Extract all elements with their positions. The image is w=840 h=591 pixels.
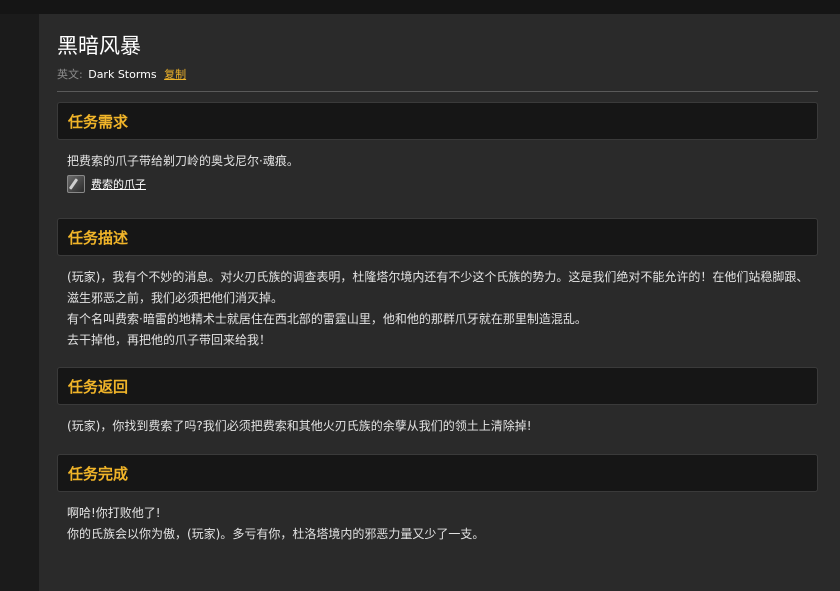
- page-title: 黑暗风暴: [57, 34, 141, 58]
- english-name-row: 英文: Dark Storms 复制: [57, 68, 818, 82]
- return-text: (玩家)，你找到费索了吗?我们必须把费索和其他火刃氏族的余孽从我们的领土上清除掉…: [67, 419, 532, 433]
- return-text-block: (玩家)，你找到费索了吗?我们必须把费索和其他火刃氏族的余孽从我们的领土上清除掉…: [57, 416, 818, 437]
- completion-text-block: 啊哈!你打败他了! 你的氏族会以你为傲，(玩家)。多亏有你，杜洛塔境内的邪恶力量…: [57, 503, 818, 545]
- section-header-description: 任务描述: [57, 218, 818, 256]
- copy-button[interactable]: 复制: [164, 68, 186, 81]
- section-header-requirements: 任务需求: [57, 102, 818, 140]
- english-name: Dark Storms: [88, 68, 157, 81]
- english-label: 英文:: [57, 68, 83, 81]
- title-divider: [57, 91, 818, 92]
- section-title-description: 任务描述: [68, 228, 129, 247]
- section-title-return: 任务返回: [68, 377, 129, 396]
- left-gutter: [0, 14, 39, 591]
- item-link[interactable]: 费索的爪子: [91, 176, 146, 192]
- description-text-block: (玩家)，我有个不妙的消息。对火刃氏族的调查表明，杜隆塔尔境内还有不少这个氏族的…: [57, 267, 818, 351]
- completion-paragraph-1: 啊哈!你打败他了!: [67, 506, 161, 520]
- completion-paragraph-2: 你的氏族会以你为傲，(玩家)。多亏有你，杜洛塔境内的邪恶力量又少了一支。: [67, 527, 485, 541]
- claw-icon[interactable]: [67, 175, 85, 193]
- section-header-return: 任务返回: [57, 367, 818, 405]
- description-paragraph-3: 去干掉他，再把他的爪子带回来给我！: [67, 333, 272, 347]
- description-paragraph-2: 有个名叫费索·暗雷的地精术士就居住在西北部的雷霆山里，他和他的那群爪牙就在那里制…: [67, 312, 587, 326]
- top-bar: [0, 0, 840, 14]
- section-title-completion: 任务完成: [68, 464, 129, 483]
- requirements-text-block: 把费索的爪子带给剃刀岭的奥戈尼尔·魂痕。: [57, 151, 818, 172]
- section-title-requirements: 任务需求: [68, 112, 129, 131]
- requirements-text: 把费索的爪子带给剃刀岭的奥戈尼尔·魂痕。: [67, 154, 299, 168]
- description-paragraph-1: (玩家)，我有个不妙的消息。对火刃氏族的调查表明，杜隆塔尔境内还有不少这个氏族的…: [67, 270, 809, 305]
- reward-item-row[interactable]: 费索的爪子: [57, 175, 818, 193]
- section-header-completion: 任务完成: [57, 454, 818, 492]
- quest-panel: 黑暗风暴 英文: Dark Storms 复制 任务需求 把费索的爪子带给剃刀岭…: [39, 14, 840, 591]
